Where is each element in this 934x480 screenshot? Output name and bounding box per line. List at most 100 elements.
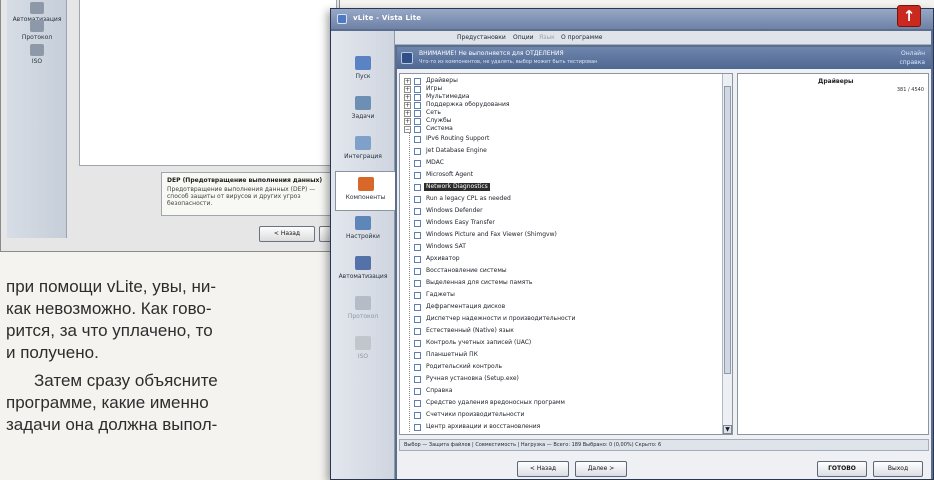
- page: Автоматизация Протокол ISO DEP (Предотвр…: [0, 0, 934, 480]
- checkbox[interactable]: [414, 352, 421, 359]
- menu-language[interactable]: Язык: [539, 34, 555, 41]
- checkbox[interactable]: [414, 160, 421, 167]
- checkbox[interactable]: [414, 208, 421, 215]
- checkbox[interactable]: [414, 244, 421, 251]
- checkbox[interactable]: [414, 268, 421, 275]
- component-info-panel: Драйверы 381 / 4540: [737, 73, 929, 435]
- tree-scrollbar[interactable]: ▼: [722, 74, 732, 434]
- background-sidebar: Автоматизация Протокол ISO: [7, 0, 67, 238]
- bg-info-body: Предотвращение выполнения данных (DEP) —…: [167, 186, 316, 207]
- checkbox[interactable]: [414, 136, 421, 143]
- checkbox[interactable]: [414, 388, 421, 395]
- checkbox[interactable]: [414, 412, 421, 419]
- online-help-link[interactable]: Онлайн: [901, 50, 925, 57]
- sidebar-item-automation[interactable]: Автоматизация: [335, 251, 391, 291]
- background-info-panel: DEP (Предотвращение выполнения данных) П…: [161, 172, 337, 216]
- checkbox[interactable]: [414, 376, 421, 383]
- window-title: vLite - Vista Lite: [353, 14, 422, 22]
- menu-options[interactable]: Опции: [513, 34, 534, 41]
- up-arrow-icon[interactable]: ↑: [897, 5, 921, 27]
- auto-icon: [355, 256, 371, 270]
- article-line: задачи она должна выпол-: [6, 415, 218, 434]
- sidebar-item-start[interactable]: Пуск: [335, 51, 391, 91]
- exit-button[interactable]: Выход: [873, 461, 923, 477]
- tree-label: Восстановление системы: [426, 267, 507, 274]
- checkbox[interactable]: [414, 110, 421, 117]
- checkbox[interactable]: [414, 304, 421, 311]
- remove-icon: [357, 177, 374, 191]
- expand-icon[interactable]: +: [404, 118, 411, 125]
- help-link[interactable]: справка: [899, 59, 925, 66]
- checkbox[interactable]: [414, 316, 421, 323]
- tree-label: Windows Picture and Fax Viewer (Shimgvw): [426, 231, 557, 238]
- expand-icon[interactable]: +: [404, 86, 411, 93]
- checkbox[interactable]: [414, 424, 421, 431]
- iso-icon: [30, 44, 44, 56]
- checkbox[interactable]: [414, 292, 421, 299]
- tree-label: Контроль учетных записей (UAC): [426, 339, 532, 346]
- scrollbar-thumb[interactable]: [724, 86, 731, 374]
- checkbox[interactable]: [414, 94, 421, 101]
- expand-icon[interactable]: +: [404, 94, 411, 101]
- tree-label: Microsoft Agent: [426, 171, 473, 178]
- bg-sidebar-item-log[interactable]: Протокол: [11, 20, 63, 41]
- next-button[interactable]: Далее >: [575, 461, 627, 477]
- log-icon: [355, 296, 371, 310]
- scroll-down-icon[interactable]: ▼: [723, 425, 732, 434]
- checkbox[interactable]: [414, 148, 421, 155]
- tree-label: Гаджеты: [426, 291, 455, 298]
- menu-presets[interactable]: Предустановки: [457, 34, 506, 41]
- tree-label: MDAC: [426, 159, 444, 166]
- tree-label: Выделенная для системы память: [426, 279, 533, 286]
- checkbox[interactable]: [414, 196, 421, 203]
- checkbox[interactable]: [414, 400, 421, 407]
- app-icon: [337, 14, 347, 24]
- expand-icon[interactable]: +: [404, 78, 411, 85]
- checkbox[interactable]: [414, 328, 421, 335]
- checkbox[interactable]: [414, 78, 421, 85]
- window-titlebar[interactable]: vLite - Vista Lite ↑: [331, 5, 933, 29]
- tree-label: Счетчики производительности: [426, 411, 525, 418]
- tree-label: Службы: [426, 117, 452, 124]
- article-line: Затем сразу объясните: [34, 371, 218, 390]
- sidebar-item-iso[interactable]: ISO: [335, 331, 391, 371]
- sidebar-item-tasks[interactable]: Задачи: [335, 91, 391, 131]
- done-button[interactable]: ГОТОВО: [817, 461, 867, 477]
- tree-label: Естественный (Native) язык: [426, 327, 514, 334]
- background-content-panel: [79, 0, 337, 166]
- checkbox[interactable]: [414, 220, 421, 227]
- checkbox[interactable]: [414, 340, 421, 347]
- bg-sidebar-item-iso[interactable]: ISO: [11, 44, 63, 65]
- checkbox[interactable]: [414, 364, 421, 371]
- integration-icon: [355, 136, 371, 150]
- tree-label: Дефрагментация дисков: [426, 303, 506, 310]
- bg-back-button[interactable]: < Назад: [259, 226, 315, 242]
- expand-icon[interactable]: +: [404, 102, 411, 109]
- checkbox[interactable]: [414, 102, 421, 109]
- tree-label: Планшетный ПК: [426, 351, 478, 358]
- tree-label: Драйверы: [426, 77, 458, 84]
- checkbox[interactable]: [414, 280, 421, 287]
- tree-label: Мультимедиа: [426, 93, 470, 100]
- checkbox[interactable]: [414, 256, 421, 263]
- bg-sidebar-label: Протокол: [21, 34, 53, 41]
- sidebar-item-components[interactable]: Компоненты: [335, 171, 395, 211]
- sidebar-item-log[interactable]: Протокол: [335, 291, 391, 331]
- tree-label: Справка: [426, 387, 453, 394]
- sidebar-item-integration[interactable]: Интеграция: [335, 131, 391, 171]
- checkbox[interactable]: [414, 118, 421, 125]
- checkbox[interactable]: [414, 126, 421, 133]
- menu-about[interactable]: О программе: [561, 34, 602, 41]
- expand-icon[interactable]: +: [404, 110, 411, 117]
- sidebar-item-tweaks[interactable]: Настройки: [335, 211, 391, 251]
- sidebar-item-label: Настройки: [346, 233, 380, 240]
- collapse-icon[interactable]: −: [404, 126, 411, 133]
- checkbox[interactable]: [414, 232, 421, 239]
- checkbox[interactable]: [414, 184, 421, 191]
- status-bar: Выбор — Защита файлов | Совместимость | …: [399, 439, 929, 451]
- checkbox[interactable]: [414, 172, 421, 179]
- back-button[interactable]: < Назад: [517, 461, 569, 477]
- checkbox[interactable]: [414, 86, 421, 93]
- tree-label: Центр архивации и восстановления: [426, 423, 541, 430]
- sidebar-item-label: Автоматизация: [338, 273, 388, 280]
